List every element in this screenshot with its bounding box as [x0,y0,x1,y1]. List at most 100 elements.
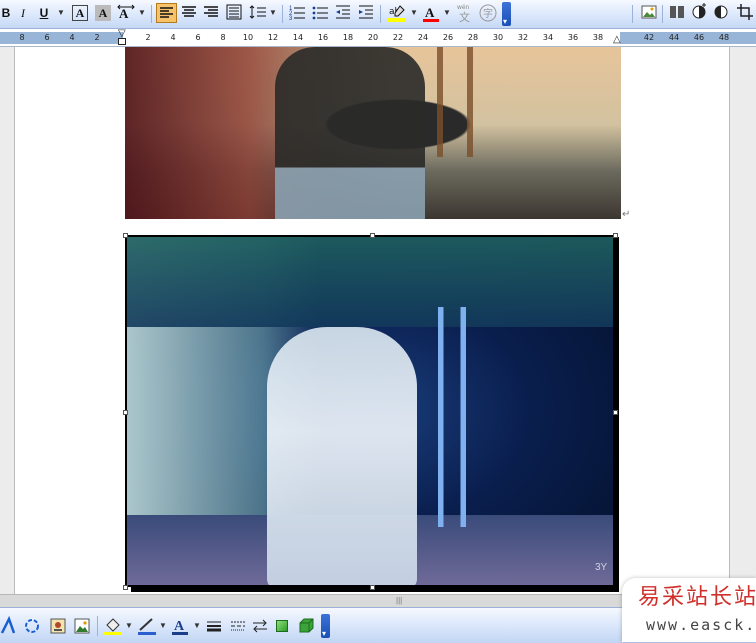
align-center-button[interactable] [179,3,199,23]
ruler-label: 22 [392,33,404,42]
ruler-label: 18 [342,33,354,42]
svg-text:3: 3 [289,16,293,21]
columns-icon[interactable] [668,3,686,23]
font-color-dropdown-icon[interactable]: ▼ [192,616,202,636]
paragraph-mark: ↵ [622,209,631,220]
ruler-label: 2 [94,33,100,42]
underline-dropdown-icon[interactable]: ▼ [56,3,66,23]
font-color-dropdown-icon[interactable]: ▼ [442,3,452,23]
ruler-label: 6 [44,33,50,42]
underline-button[interactable]: U [37,3,51,23]
bullets-button[interactable] [310,3,330,23]
contrast-icon[interactable] [690,3,708,23]
toolbar-options-gripper[interactable] [502,2,511,26]
fill-color-dropdown-icon[interactable]: ▼ [124,616,134,636]
ruler-label: 42 [643,33,655,42]
toolbar-separator [282,5,283,23]
bold-button[interactable]: B [0,3,12,23]
svg-text:A: A [119,6,129,21]
dash-style-icon[interactable] [228,616,248,636]
scaling-dropdown-icon[interactable]: ▼ [137,3,147,23]
increase-indent-button[interactable] [356,3,376,23]
decrease-indent-button[interactable] [333,3,353,23]
ruler-label: 2 [145,33,151,42]
watermark-chinese-text: 易采站长站 [638,585,756,610]
font-color-button[interactable]: A [421,3,441,23]
numbering-button[interactable]: 123 [287,3,307,23]
enclose-characters-button[interactable]: 字 [478,3,498,23]
ruler-label: 32 [517,33,529,42]
line-style-icon[interactable] [204,616,224,636]
line-spacing-button[interactable] [248,3,268,23]
clipart-icon[interactable] [48,616,68,636]
phonetic-label: wén [457,4,470,11]
italic-button[interactable]: I [16,3,30,23]
ruler-label: 6 [195,33,201,42]
photo-tower [425,47,485,157]
font-color-button[interactable]: A [170,616,190,636]
ruler-label: 24 [417,33,429,42]
right-indent-marker[interactable]: △ [613,35,621,45]
photo-person [275,47,425,219]
resize-handle-right[interactable] [613,410,618,415]
ruler-label: 20 [367,33,379,42]
photo-original[interactable] [125,47,621,219]
resize-handle-top[interactable] [370,233,375,238]
crop-icon[interactable] [736,3,754,23]
ruler-label: 30 [492,33,504,42]
ruler-label: 8 [19,33,25,42]
line-color-dropdown-icon[interactable]: ▼ [158,616,168,636]
wordart-icon[interactable] [0,615,18,636]
line-color-button[interactable] [136,616,158,636]
resize-handle-bottom[interactable] [370,585,375,590]
ruler-label: 28 [467,33,479,42]
insert-picture-icon[interactable] [640,3,658,23]
arrow-style-icon[interactable] [250,616,270,636]
toolbar-separator [632,5,633,23]
photo-inverted-selected[interactable] [125,235,615,587]
brightness-icon[interactable] [712,3,730,23]
align-right-button[interactable] [201,3,221,23]
ruler-label: 34 [542,33,554,42]
watermark-url: www.easck.com [646,616,756,634]
align-left-button[interactable] [156,3,177,23]
toolbar-separator [662,5,663,23]
character-border-button[interactable]: A [72,5,88,21]
3d-style-icon[interactable] [296,616,316,636]
character-shading-button[interactable]: A [95,5,111,21]
shadow-style-icon[interactable] [276,620,288,632]
toolbar-separator [380,5,381,23]
ruler-label: 36 [567,33,579,42]
document-page[interactable]: ↵ 3Y [14,47,730,594]
character-scaling-icon[interactable]: A [116,3,136,23]
site-watermark-logo: 易采站长站 www.easck.com [622,578,756,642]
line-spacing-dropdown-icon[interactable]: ▼ [268,3,278,23]
highlight-button[interactable]: ab [386,3,408,23]
diagram-icon[interactable] [22,616,42,636]
scroll-grip-icon[interactable]: ||| [396,597,402,605]
resize-handle-bottom-left[interactable] [123,585,128,590]
ruler-label: 8 [220,33,226,42]
formatting-toolbar: B I U ▼ A A A ▼ ▼ 123 ab ▼ A ▼ wén 文 字 ▾ [0,0,756,29]
ruler-label: 10 [242,33,254,42]
resize-handle-left[interactable] [123,410,128,415]
ruler-label: 46 [693,33,705,42]
left-indent-marker[interactable] [118,38,126,45]
justify-button[interactable] [224,3,244,23]
enclose-char: 字 [483,7,493,20]
photo-person [267,327,417,585]
document-workspace: ↵ 3Y [0,47,756,594]
ruler-label: 4 [69,33,75,42]
ruler-label: 4 [170,33,176,42]
fill-color-button[interactable] [102,616,124,636]
toolbar-options-gripper[interactable] [321,614,330,638]
horizontal-ruler[interactable]: 8 6 4 2 2 4 6 8 10 12 14 16 18 20 22 24 … [0,29,756,47]
phonetic-guide-button[interactable]: wén 文 [455,3,477,24]
resize-handle-top-right[interactable] [613,233,618,238]
ruler-label: 14 [292,33,304,42]
image-caption-fragment: 3Y [595,562,608,573]
insert-picture-icon[interactable] [72,616,92,636]
highlight-dropdown-icon[interactable]: ▼ [409,3,419,23]
ruler-label: 44 [668,33,680,42]
resize-handle-top-left[interactable] [123,233,128,238]
